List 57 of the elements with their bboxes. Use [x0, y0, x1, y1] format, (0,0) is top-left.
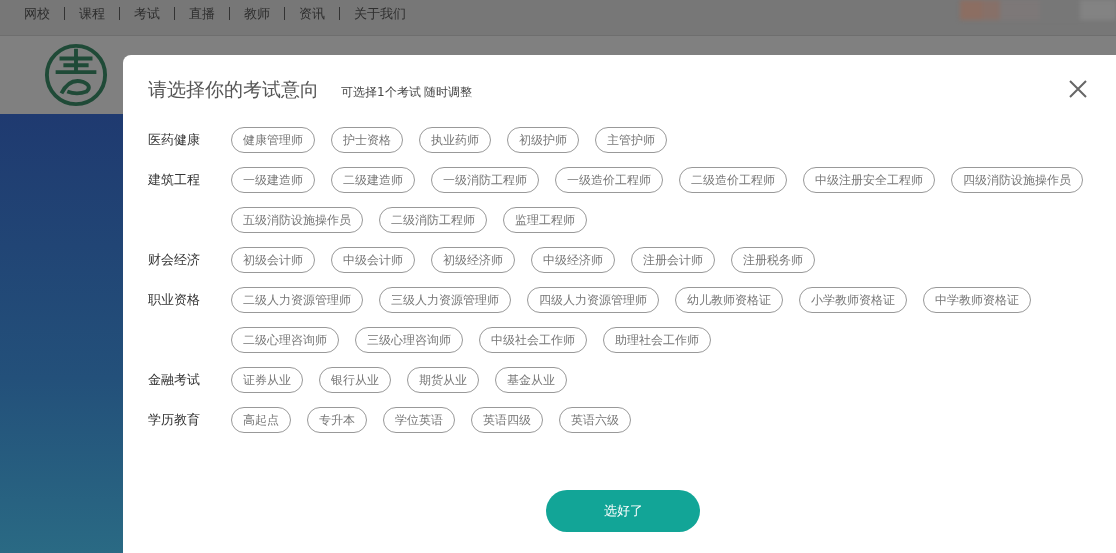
exam-tag[interactable]: 二级人力资源管理师 — [231, 287, 363, 313]
category-label: 建筑工程 — [148, 171, 201, 189]
exam-tag[interactable]: 四级消防设施操作员 — [951, 167, 1083, 193]
exam-tag[interactable]: 中学教师资格证 — [923, 287, 1031, 313]
exam-tag[interactable]: 护士资格 — [331, 127, 403, 153]
exam-tag[interactable]: 三级心理咨询师 — [355, 327, 463, 353]
nav-link[interactable]: 考试 — [119, 6, 174, 20]
exam-tag[interactable]: 中级社会工作师 — [479, 327, 587, 353]
category-label: 财会经济 — [148, 251, 201, 269]
exam-tag[interactable]: 二级建造师 — [331, 167, 415, 193]
category-label: 职业资格 — [148, 291, 201, 309]
exam-tag[interactable]: 监理工程师 — [503, 207, 587, 233]
exam-tag[interactable]: 助理社会工作师 — [603, 327, 711, 353]
exam-tag[interactable]: 二级心理咨询师 — [231, 327, 339, 353]
exam-tag[interactable]: 健康管理师 — [231, 127, 315, 153]
exam-tag[interactable]: 注册会计师 — [631, 247, 715, 273]
exam-tag[interactable]: 英语四级 — [471, 407, 543, 433]
exam-tag[interactable]: 学位英语 — [383, 407, 455, 433]
exam-tag[interactable]: 二级消防工程师 — [379, 207, 487, 233]
exam-tag[interactable]: 初级护师 — [507, 127, 579, 153]
exam-tag[interactable]: 中级经济师 — [531, 247, 615, 273]
exam-tag[interactable]: 中级注册安全工程师 — [803, 167, 935, 193]
exam-tag[interactable]: 一级造价工程师 — [555, 167, 663, 193]
nav-link[interactable]: 教师 — [229, 6, 284, 20]
exam-tag[interactable]: 五级消防设施操作员 — [231, 207, 363, 233]
dialog-subtitle: 可选择1个考试 随时调整 — [341, 84, 473, 101]
category-label: 金融考试 — [148, 371, 201, 389]
exam-tag[interactable]: 幼儿教师资格证 — [675, 287, 783, 313]
nav-link[interactable]: 网校 — [10, 6, 64, 20]
exam-tag[interactable]: 主管护师 — [595, 127, 667, 153]
confirm-button[interactable]: 选好了 — [546, 490, 700, 532]
exam-tag[interactable]: 基金从业 — [495, 367, 567, 393]
exam-tag[interactable]: 四级人力资源管理师 — [527, 287, 659, 313]
category-label: 医药健康 — [148, 131, 201, 149]
exam-tag[interactable]: 小学教师资格证 — [799, 287, 907, 313]
nav-link[interactable]: 关于我们 — [339, 6, 420, 20]
nav-link[interactable]: 课程 — [64, 6, 119, 20]
category-label: 学历教育 — [148, 411, 201, 429]
exam-tag[interactable]: 一级建造师 — [231, 167, 315, 193]
exam-tag[interactable]: 三级人力资源管理师 — [379, 287, 511, 313]
exam-tag[interactable]: 专升本 — [307, 407, 367, 433]
exam-tag[interactable]: 期货从业 — [407, 367, 479, 393]
exam-tag[interactable]: 注册税务师 — [731, 247, 815, 273]
exam-tag[interactable]: 执业药师 — [419, 127, 491, 153]
exam-tag[interactable]: 中级会计师 — [331, 247, 415, 273]
exam-tag[interactable]: 证券从业 — [231, 367, 303, 393]
exam-tag[interactable]: 初级会计师 — [231, 247, 315, 273]
nav-link[interactable]: 资讯 — [284, 6, 339, 20]
exam-tag[interactable]: 银行从业 — [319, 367, 391, 393]
exam-tag[interactable]: 英语六级 — [559, 407, 631, 433]
exam-tag[interactable]: 一级消防工程师 — [431, 167, 539, 193]
nav-link[interactable]: 直播 — [174, 6, 229, 20]
exam-tag[interactable]: 初级经济师 — [431, 247, 515, 273]
dialog-title: 请选择你的考试意向 — [148, 77, 319, 102]
logo-icon — [44, 43, 108, 107]
exam-tag[interactable]: 二级造价工程师 — [679, 167, 787, 193]
exam-tag[interactable]: 高起点 — [231, 407, 291, 433]
